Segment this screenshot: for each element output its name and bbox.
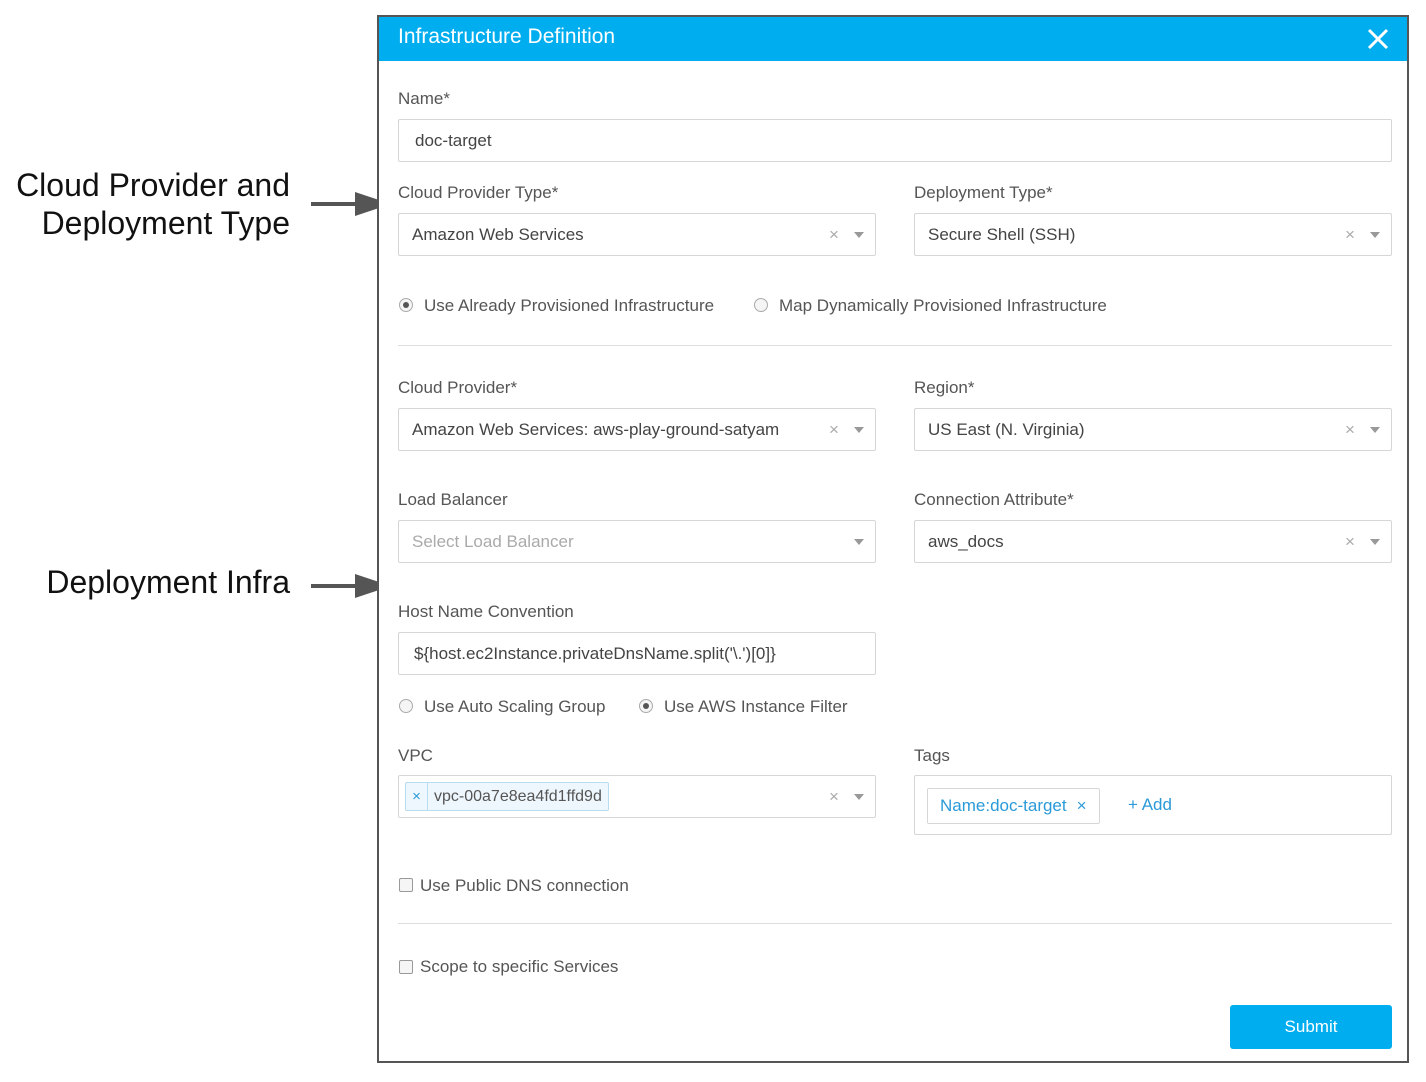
vpc-chip-label: vpc-00a7e8ea4fd1ffd9d: [434, 787, 602, 805]
scope-services-checkbox[interactable]: [399, 960, 413, 974]
vpc-label: VPC: [398, 746, 433, 765]
radio-label: Map Dynamically Provisioned Infrastructu…: [779, 296, 1107, 315]
name-input[interactable]: doc-target: [398, 119, 1392, 162]
load-balancer-select[interactable]: Select Load Balancer: [398, 520, 876, 563]
close-icon[interactable]: [1365, 26, 1391, 52]
tags-field: Name:doc-target × + Add: [914, 775, 1392, 835]
cloud-provider-type-select[interactable]: Amazon Web Services ×: [398, 213, 876, 256]
cloud-provider-label: Cloud Provider*: [398, 378, 518, 397]
chevron-down-icon[interactable]: [1370, 427, 1380, 433]
tag-remove-icon[interactable]: ×: [1077, 796, 1087, 816]
annotation-cloud-provider: Cloud Provider and Deployment Type: [16, 166, 290, 242]
load-balancer-label: Load Balancer: [398, 490, 508, 509]
radio-label: Use AWS Instance Filter: [664, 697, 848, 716]
cloud-provider-type-label: Cloud Provider Type*: [398, 183, 559, 202]
host-name-convention-input[interactable]: ${host.ec2Instance.privateDnsName.split(…: [398, 632, 876, 675]
host-name-convention-value: ${host.ec2Instance.privateDnsName.split(…: [414, 644, 776, 663]
connection-attribute-value: aws_docs: [928, 532, 1004, 551]
cloud-provider-type-value: Amazon Web Services: [412, 225, 584, 244]
name-label: Name*: [398, 89, 450, 108]
clear-icon[interactable]: ×: [829, 420, 839, 440]
deployment-type-value: Secure Shell (SSH): [928, 225, 1076, 244]
region-label: Region*: [914, 378, 975, 397]
chevron-down-icon[interactable]: [854, 539, 864, 545]
chevron-down-icon[interactable]: [854, 232, 864, 238]
radio-map-dynamic[interactable]: [754, 298, 768, 312]
dialog-title: Infrastructure Definition: [398, 25, 616, 48]
connection-attribute-label: Connection Attribute*: [914, 490, 1074, 509]
host-name-convention-label: Host Name Convention: [398, 602, 574, 621]
public-dns-label: Use Public DNS connection: [420, 876, 629, 895]
deployment-type-select[interactable]: Secure Shell (SSH) ×: [914, 213, 1392, 256]
cloud-provider-value: Amazon Web Services: aws-play-ground-sat…: [412, 420, 780, 439]
scope-services-label: Scope to specific Services: [420, 957, 619, 976]
deployment-type-label: Deployment Type*: [914, 183, 1053, 202]
tags-label: Tags: [914, 746, 950, 765]
annotation-line: Deployment Type: [41, 205, 290, 241]
annotation-deployment-infra: Deployment Infra: [46, 563, 290, 601]
region-value: US East (N. Virginia): [928, 420, 1085, 439]
load-balancer-placeholder: Select Load Balancer: [412, 532, 574, 551]
divider: [398, 923, 1392, 924]
radio-use-provisioned[interactable]: [399, 298, 413, 312]
annotation-line: Cloud Provider and: [16, 167, 290, 203]
vpc-select[interactable]: × vpc-00a7e8ea4fd1ffd9d ×: [398, 775, 876, 818]
public-dns-checkbox[interactable]: [399, 878, 413, 892]
tag-chip: Name:doc-target ×: [927, 788, 1100, 824]
annotation-line: Deployment Infra: [46, 564, 290, 600]
chip-remove-icon[interactable]: ×: [406, 783, 428, 810]
clear-icon[interactable]: ×: [1345, 225, 1355, 245]
clear-icon[interactable]: ×: [1345, 532, 1355, 552]
infrastructure-definition-dialog: Infrastructure Definition Name* doc-targ…: [377, 15, 1409, 1063]
region-select[interactable]: US East (N. Virginia) ×: [914, 408, 1392, 451]
cloud-provider-select[interactable]: Amazon Web Services: aws-play-ground-sat…: [398, 408, 876, 451]
name-value: doc-target: [415, 131, 492, 150]
clear-icon[interactable]: ×: [829, 225, 839, 245]
connection-attribute-select[interactable]: aws_docs ×: [914, 520, 1392, 563]
submit-button[interactable]: Submit: [1230, 1005, 1392, 1049]
chevron-down-icon[interactable]: [1370, 232, 1380, 238]
add-tag-button[interactable]: + Add: [1128, 795, 1172, 815]
radio-label: Use Already Provisioned Infrastructure: [424, 296, 715, 315]
vpc-chip: × vpc-00a7e8ea4fd1ffd9d: [405, 782, 609, 811]
chevron-down-icon[interactable]: [854, 427, 864, 433]
chevron-down-icon[interactable]: [1370, 539, 1380, 545]
divider: [398, 345, 1392, 346]
clear-icon[interactable]: ×: [1345, 420, 1355, 440]
tag-chip-label: Name:doc-target: [940, 796, 1067, 815]
radio-auto-scaling-group[interactable]: [399, 699, 413, 713]
radio-label: Use Auto Scaling Group: [424, 697, 606, 716]
radio-aws-instance-filter[interactable]: [639, 699, 653, 713]
chevron-down-icon[interactable]: [854, 794, 864, 800]
dialog-header: Infrastructure Definition: [379, 17, 1407, 61]
clear-icon[interactable]: ×: [829, 787, 839, 807]
